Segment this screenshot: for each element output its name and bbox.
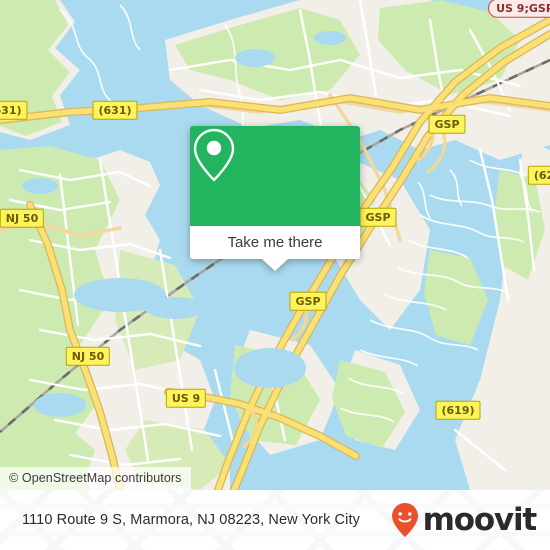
address-text: 1110 Route 9 S, Marmora, NJ 08223, New Y…: [22, 512, 360, 528]
popup-header: [190, 126, 360, 226]
shield-631-left: (631): [0, 100, 28, 120]
map-screenshot: (631) (631) US 9;GSP GSP NJ 50 (62 GSP GSP NJ 50…: [0, 0, 550, 550]
shield-gsp-top: GSP: [428, 114, 466, 134]
map-pin-icon: [193, 128, 235, 182]
moovit-pin-smile-icon: [391, 503, 418, 537]
footer-content: 1110 Route 9 S, Marmora, NJ 08223, New Y…: [0, 490, 550, 550]
shield-gsp-mid: GSP: [359, 207, 397, 227]
shield-631: (631): [92, 100, 138, 120]
shield-nj50-upper: NJ 50: [0, 208, 45, 228]
take-me-there-button[interactable]: Take me there: [190, 226, 360, 259]
popup-tail: [262, 259, 288, 271]
shield-us9-gsp: US 9;GSP: [488, 0, 550, 18]
footer-bar: 1110 Route 9 S, Marmora, NJ 08223, New Y…: [0, 490, 550, 550]
shield-gsp-low: GSP: [289, 291, 327, 311]
moovit-wordmark: moovit: [422, 501, 538, 538]
shield-nj50-lower: NJ 50: [65, 346, 111, 366]
take-me-there-label: Take me there: [227, 234, 323, 251]
moovit-logo[interactable]: moovit: [390, 501, 538, 538]
shield-619: (619): [435, 400, 481, 420]
shield-62x: (62: [527, 165, 550, 185]
destination-popup[interactable]: Take me there: [190, 126, 360, 271]
shield-us9: US 9: [165, 388, 207, 408]
map-canvas[interactable]: (631) (631) US 9;GSP GSP NJ 50 (62 GSP GSP NJ 50…: [0, 0, 550, 490]
osm-attribution[interactable]: © OpenStreetMap contributors: [0, 467, 191, 490]
